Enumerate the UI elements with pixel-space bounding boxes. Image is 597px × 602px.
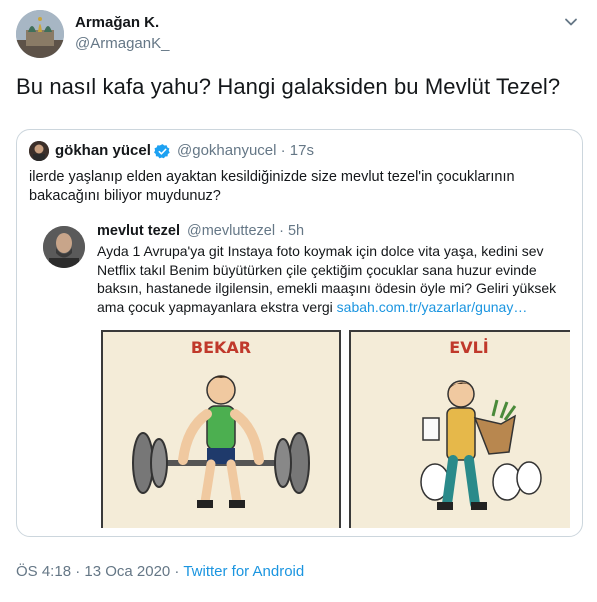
author-handle[interactable]: @ArmaganK_	[75, 35, 169, 52]
quoted-author-avatar	[29, 141, 49, 161]
quoted-tweet[interactable]: gökhan yücel @gokhanyucel · 17s ilerde y…	[16, 129, 583, 537]
embedded-tweet-text: Ayda 1 Avrupa'ya git Instaya foto koymak…	[97, 242, 559, 316]
bekar-panel: BEKAR	[101, 330, 341, 528]
quoted-author-name: gökhan yücel	[55, 142, 151, 159]
embedded-tweet-image: mevlut tezel @mevluttezel · 5h Ayda 1 Av…	[29, 212, 570, 528]
bekar-illustration	[132, 375, 310, 508]
timestamp[interactable]: ÖS 4:18 · 13 Oca 2020 ·	[16, 563, 183, 580]
tweet-footer: ÖS 4:18 · 13 Oca 2020 · Twitter for Andr…	[16, 563, 304, 580]
embedded-author-avatar	[43, 226, 85, 268]
author-avatar[interactable]	[16, 10, 64, 58]
author-name[interactable]: Armağan K.	[75, 14, 159, 31]
tweet-text: Bu nasıl kafa yahu? Hangi galaksiden bu …	[16, 74, 561, 99]
quoted-handle-time: @gokhanyucel · 17s	[177, 142, 314, 159]
tweet: Armağan K. @ArmaganK_ Bu nasıl kafa yahu…	[0, 0, 597, 602]
embedded-link: sabah.com.tr/yazarlar/gunay…	[336, 298, 528, 315]
evli-illustration	[420, 380, 542, 510]
source-link[interactable]: Twitter for Android	[183, 563, 304, 580]
evli-panel: EVLİ	[349, 330, 570, 528]
embedded-author-name: mevlut tezel	[97, 223, 180, 239]
embedded-handle-time: @mevluttezel · 5h	[187, 223, 305, 239]
verified-badge-icon	[154, 143, 171, 160]
chevron-down-icon[interactable]	[561, 12, 581, 32]
quoted-tweet-text: ilerde yaşlanıp elden ayaktan kesildiğin…	[29, 169, 515, 204]
